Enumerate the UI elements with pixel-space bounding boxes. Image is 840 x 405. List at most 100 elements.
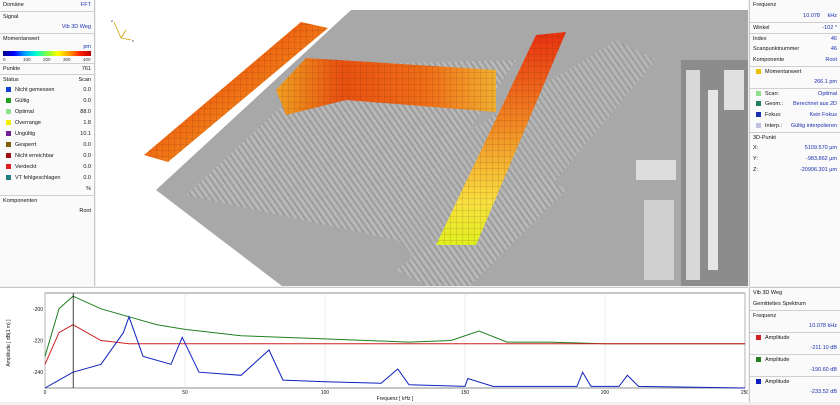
status-item-label: Nicht gemessen bbox=[15, 87, 55, 93]
signal-value[interactable]: Vib 3D Weg bbox=[62, 22, 91, 33]
status-item-value: 0.0 bbox=[83, 142, 91, 148]
focus-label: Fokus: bbox=[765, 112, 782, 118]
interp-swatch bbox=[756, 123, 761, 129]
status-item[interactable]: Gesperrt 0.0 bbox=[0, 140, 94, 151]
amplitude-value-row: -233.52 dB bbox=[750, 387, 840, 398]
pad-structure bbox=[686, 70, 700, 280]
x-tick-label: 250 bbox=[741, 390, 748, 396]
interp-value: Gültig interpolieren bbox=[790, 123, 837, 129]
status-item-label: Gesperrt bbox=[15, 142, 37, 148]
component-value: Root bbox=[825, 57, 837, 63]
status-item-value: 0.0 bbox=[83, 98, 91, 104]
y-row: Y: -983.862 µm bbox=[750, 154, 840, 165]
status-item-label: Nicht erreichbar bbox=[15, 153, 54, 159]
status-item[interactable]: Nicht gemessen 0.0 bbox=[0, 85, 94, 96]
status-item[interactable]: VT fehlgeschlagen 0.0 bbox=[0, 173, 94, 184]
interp-row: Interp.: Gültig interpolieren bbox=[750, 121, 840, 132]
status-swatch bbox=[6, 164, 11, 170]
amplitude-value-row: -211.10 dB bbox=[750, 343, 840, 354]
index-value: 46 bbox=[830, 36, 837, 42]
moment-value-row: 266.1 pm bbox=[750, 77, 840, 88]
angle-value: -102 ° bbox=[822, 25, 837, 31]
status-item[interactable]: Verdeckt 0.0 bbox=[0, 162, 94, 173]
status-item-label: Ungültig bbox=[15, 131, 36, 137]
amplitude-value: -190.60 dB bbox=[810, 367, 837, 373]
status-item-label: Gültig bbox=[15, 98, 30, 104]
domain-label: Domäne bbox=[3, 2, 24, 8]
spec-freq-value: 10.078 kHz bbox=[809, 323, 837, 329]
color-scale-ticks: 0 100 200 300 400 bbox=[3, 56, 91, 63]
amplitude-swatch bbox=[756, 357, 761, 363]
spectrum-svg[interactable]: 0 50 100 150 200 250 -200 -220 -240 Frequenz [ … bbox=[0, 288, 749, 403]
z-value: -20906.301 µm bbox=[799, 167, 837, 173]
y-label: Y: bbox=[753, 156, 758, 162]
spec-freq-row: Frequenz bbox=[750, 310, 840, 321]
focus-value: Kein Fokus bbox=[809, 112, 837, 118]
pad-structure bbox=[724, 70, 744, 110]
3d-scene[interactable]: z x bbox=[96, 0, 748, 286]
spec-freq-label: Frequenz bbox=[753, 313, 777, 319]
status-item[interactable]: Gültig 0.0 bbox=[0, 96, 94, 107]
y-tick-label: -200 bbox=[33, 307, 43, 313]
status-item[interactable]: Optimal 88.0 bbox=[0, 107, 94, 118]
freq-label: Frequenz bbox=[753, 2, 777, 8]
cb-tick: 400 bbox=[83, 57, 91, 62]
component-row: Komponente Root bbox=[750, 55, 840, 66]
3d-view[interactable]: z x bbox=[96, 0, 748, 286]
status-item-value: 0.0 bbox=[83, 175, 91, 181]
domain-row[interactable]: Domäne FFT bbox=[0, 0, 94, 11]
amplitude-swatch bbox=[756, 379, 761, 385]
focus-row: Fokus: Kein Fokus bbox=[750, 110, 840, 121]
amplitude-label: Amplitude bbox=[765, 379, 790, 385]
components-label: Komponenten bbox=[3, 198, 38, 204]
status-item-value: 0.0 bbox=[83, 87, 91, 93]
axis-indicator-icon: z x bbox=[111, 18, 134, 43]
x-tick-label: 100 bbox=[321, 390, 330, 396]
geom-value: Berechnet aus 2D bbox=[792, 101, 837, 107]
status-item[interactable]: Nicht erreichbar 0.0 bbox=[0, 151, 94, 162]
scan-label: Scan: bbox=[765, 91, 780, 97]
spectrum-plot[interactable]: 0 50 100 150 200 250 -200 -220 -240 Frequenz [ … bbox=[0, 287, 749, 403]
status-item-label: Overrange bbox=[15, 120, 41, 126]
point3d-label: 3D-Punkt bbox=[753, 135, 776, 141]
x-tick-label: 50 bbox=[182, 390, 188, 396]
cb-tick: 0 bbox=[3, 57, 6, 62]
geom-swatch bbox=[756, 101, 761, 107]
status-swatch bbox=[6, 175, 11, 181]
moment-row: Momentanwert bbox=[750, 66, 840, 77]
point3d-row: 3D-Punkt bbox=[750, 132, 840, 143]
y-axis-label: Amplitude [ dB(1 m) ] bbox=[6, 319, 12, 367]
components-row: Komponenten bbox=[0, 195, 94, 206]
scanpoint-label: Scanpunktnummer bbox=[753, 46, 800, 52]
status-header: Status Scan bbox=[0, 74, 94, 85]
svg-text:x: x bbox=[132, 38, 134, 43]
focus-swatch bbox=[756, 112, 761, 118]
status-item-label: Optimal bbox=[15, 109, 34, 115]
spec-freq-value-row: 10.078 kHz bbox=[750, 321, 840, 332]
svg-text:z: z bbox=[111, 18, 113, 23]
amplitude-item: Amplitude bbox=[750, 354, 840, 365]
amplitude-item: Amplitude bbox=[750, 376, 840, 387]
status-item[interactable]: Ungültig 10.1 bbox=[0, 129, 94, 140]
spec-signal-row: Vib 3D Weg bbox=[750, 288, 840, 299]
amplitude-swatch bbox=[756, 335, 761, 341]
spectrum-side-panel: Vib 3D Weg Gemitteltes Spektrum Frequenz… bbox=[749, 287, 840, 402]
geom-label: Geom.: bbox=[765, 101, 784, 107]
z-row: Z: -20906.301 µm bbox=[750, 165, 840, 176]
components-value[interactable]: Root bbox=[79, 206, 91, 217]
index-row: Index 46 bbox=[750, 33, 840, 44]
x-axis-label: Frequenz [ kHz ] bbox=[377, 396, 414, 402]
status-swatch bbox=[6, 153, 11, 159]
domain-value[interactable]: FFT bbox=[81, 0, 91, 11]
amplitude-item: Amplitude bbox=[750, 332, 840, 343]
spec-type-value: Gemitteltes Spektrum bbox=[753, 301, 806, 307]
moment-unit: pm bbox=[83, 44, 91, 50]
amplitude-label: Amplitude bbox=[765, 335, 790, 341]
components-value-row[interactable]: Root bbox=[0, 206, 94, 217]
signal-value-row[interactable]: Vib 3D Weg bbox=[0, 22, 94, 33]
status-item[interactable]: Overrange 1.8 bbox=[0, 118, 94, 129]
scan-swatch bbox=[756, 91, 761, 97]
signal-label: Signal bbox=[3, 14, 19, 20]
cb-tick: 100 bbox=[23, 57, 31, 62]
x-row: X: 5109.570 µm bbox=[750, 143, 840, 154]
